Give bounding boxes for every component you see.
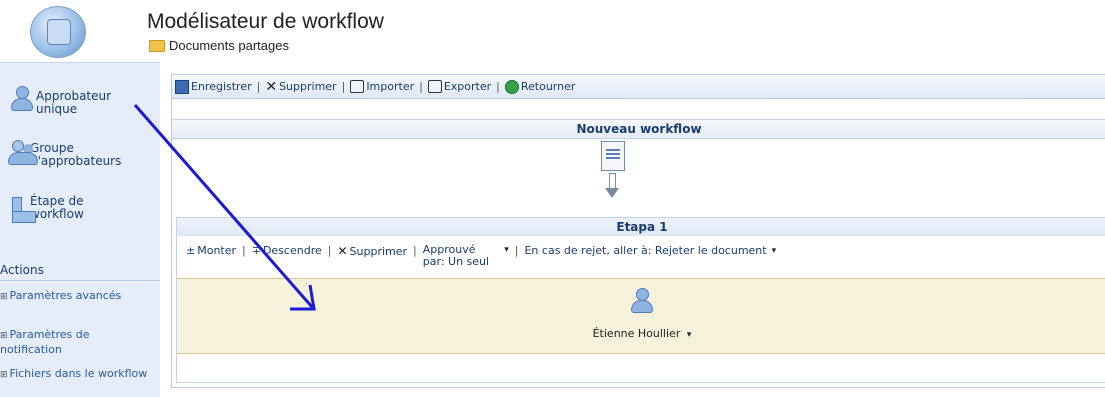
chevron-down-icon: ▾: [771, 245, 777, 256]
return-icon: [504, 79, 519, 94]
separator: |: [413, 244, 417, 257]
delete-label: Supprimer: [279, 80, 337, 93]
toolbar: Enregistrer | ✕ Supprimer | Importer | E…: [172, 75, 1105, 99]
import-button[interactable]: Importer: [350, 80, 414, 93]
separator: |: [496, 80, 500, 93]
save-label: Enregistrer: [191, 80, 252, 93]
step-title: Etapa 1: [177, 218, 1105, 236]
move-up-label: Monter: [197, 244, 237, 257]
step-delete-button[interactable]: ✕ Supprimer: [337, 244, 407, 258]
expand-icon: ⊞: [0, 331, 8, 341]
export-icon: [427, 80, 442, 93]
arrow-down-icon: [605, 173, 619, 201]
action-label: Paramètres de notification: [0, 328, 90, 356]
workflow-canvas: Enregistrer | ✕ Supprimer | Importer | E…: [171, 74, 1105, 388]
import-icon: [350, 80, 365, 93]
return-button[interactable]: Retourner: [504, 79, 576, 94]
chevron-down-icon: ▾: [686, 330, 692, 340]
separator: |: [341, 80, 346, 93]
page-title: Modélisateur de workflow: [147, 10, 384, 33]
action-advanced-settings[interactable]: ⊞ Paramètres avancés: [0, 289, 150, 304]
return-label: Retourner: [520, 80, 576, 93]
approved-by-dropdown[interactable]: Approuvé par: Un seul ▾: [423, 244, 509, 268]
approved-by-label: Approuvé par: Un seul: [422, 243, 490, 268]
expand-icon: ⊞: [0, 370, 8, 380]
on-reject-dropdown[interactable]: En cas de rejet, aller à: Rejeter le doc…: [524, 244, 776, 257]
app-logo-icon: [30, 6, 86, 58]
separator: |: [419, 80, 423, 93]
group-icon: [8, 138, 38, 166]
on-reject-label: En cas de rejet, aller à: Rejeter le doc…: [524, 244, 767, 257]
action-workflow-files[interactable]: ⊞ Fichiers dans le workflow: [0, 367, 150, 382]
header: Modélisateur de workflow Documents parta…: [0, 0, 1105, 62]
tool-label: Étape de workflow: [30, 194, 84, 221]
actions-heading: Actions: [0, 263, 160, 281]
workflow-step[interactable]: Etapa 1 ± Monter | ∓ Descendre | ✕ Suppr…: [176, 217, 1105, 383]
tool-approver-group[interactable]: Groupe d'approbateurs: [8, 138, 140, 168]
step-toolbar: ± Monter | ∓ Descendre | ✕ Supprimer | A…: [177, 238, 1105, 278]
step-icon: [8, 191, 36, 223]
separator: |: [327, 244, 332, 257]
separator: |: [256, 80, 261, 93]
approver-area[interactable]: Étienne Houllier ▾: [177, 278, 1105, 354]
tool-workflow-step[interactable]: Étape de workflow: [8, 191, 110, 223]
chevron-down-icon: ▾: [504, 245, 509, 255]
export-label: Exporter: [443, 80, 492, 93]
save-icon: [175, 79, 189, 94]
folder-icon: [149, 39, 165, 52]
workflow-title: Nouveau workflow: [172, 119, 1105, 139]
move-down-button[interactable]: ∓ Descendre: [252, 244, 322, 257]
delete-icon: ✕: [265, 78, 278, 95]
move-down-label: Descendre: [262, 244, 322, 257]
move-up-icon: ±: [186, 244, 196, 257]
action-notification-settings[interactable]: ⊞ Paramètres de notification: [0, 328, 150, 356]
import-label: Importer: [366, 80, 415, 93]
action-label: Paramètres avancés: [9, 289, 122, 302]
breadcrumb-label[interactable]: Documents partages: [169, 38, 289, 53]
tool-single-approver[interactable]: Approbateur unique: [8, 85, 136, 116]
person-icon: [628, 287, 654, 313]
export-button[interactable]: Exporter: [427, 80, 492, 93]
expand-icon: ⊞: [0, 292, 8, 302]
person-icon: [8, 85, 34, 111]
delete-button[interactable]: ✕ Supprimer: [265, 79, 336, 95]
delete-icon: ✕: [337, 244, 348, 258]
step-delete-label: Supprimer: [349, 244, 408, 258]
move-down-icon: ∓: [251, 244, 261, 257]
breadcrumb[interactable]: Documents partages: [149, 38, 289, 53]
save-button[interactable]: Enregistrer: [175, 79, 252, 94]
action-label: Fichiers dans le workflow: [9, 367, 148, 380]
move-up-button[interactable]: ± Monter: [186, 244, 236, 257]
separator: |: [514, 244, 519, 257]
approver-name-dropdown[interactable]: Étienne Houllier ▾: [177, 327, 1105, 340]
sidebar: Approbateur unique Groupe d'approbateurs…: [0, 62, 160, 397]
separator: |: [242, 244, 246, 257]
approver-name: Étienne Houllier: [592, 327, 681, 340]
tool-label: Groupe d'approbateurs: [30, 141, 122, 168]
document-icon: [601, 141, 625, 171]
tool-label: Approbateur unique: [36, 89, 112, 116]
